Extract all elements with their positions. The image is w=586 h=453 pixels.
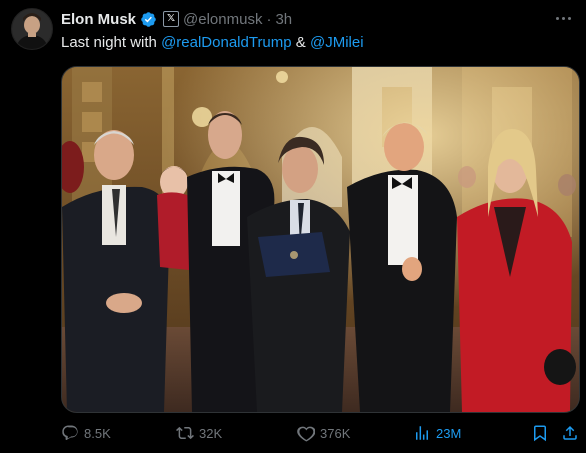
more-icon[interactable] [552, 9, 574, 27]
tweet-text-and: & [291, 34, 310, 51]
like-icon [297, 426, 315, 442]
tweet: Elon Musk 𝕏 @elonmusk · 3h Last night wi… [0, 0, 586, 453]
tweet-photo[interactable] [61, 66, 580, 413]
repost-count: 32K [199, 425, 223, 441]
views-button[interactable]: 23M [413, 421, 461, 445]
reply-icon [62, 425, 78, 440]
avatar[interactable] [11, 8, 53, 50]
repost-icon [176, 426, 194, 440]
tweet-text-prefix: Last night with [61, 34, 162, 51]
author-name[interactable]: Elon Musk [61, 11, 136, 28]
bookmark-icon [534, 425, 546, 442]
like-count: 376K [320, 425, 351, 441]
reply-button[interactable]: 8.5K [61, 421, 111, 445]
repost-button[interactable]: 32K [176, 421, 222, 445]
reply-count: 8.5K [84, 425, 111, 441]
bookmark-button[interactable] [531, 421, 549, 445]
views-icon [416, 426, 428, 440]
tweet-header: Elon Musk 𝕏 @elonmusk · 3h [61, 9, 292, 29]
author-handle[interactable]: @elonmusk [183, 11, 262, 28]
verified-badge-icon[interactable] [140, 11, 157, 28]
x-affiliate-badge-icon: 𝕏 [163, 11, 180, 27]
mention-realdonaldtrump[interactable]: @realDonaldTrump [161, 34, 292, 51]
action-bar: 8.5K 32K 376K 23M [61, 421, 581, 445]
separator-dot: · [266, 10, 272, 28]
share-icon [563, 425, 577, 440]
tweet-text: Last night with @realDonaldTrump & @JMil… [61, 34, 364, 51]
share-button[interactable] [561, 421, 579, 445]
views-count: 23M [436, 425, 462, 441]
timestamp[interactable]: 3h [275, 11, 292, 28]
mention-jmilei[interactable]: @JMilei [310, 34, 364, 51]
like-button[interactable]: 376K [297, 421, 350, 445]
